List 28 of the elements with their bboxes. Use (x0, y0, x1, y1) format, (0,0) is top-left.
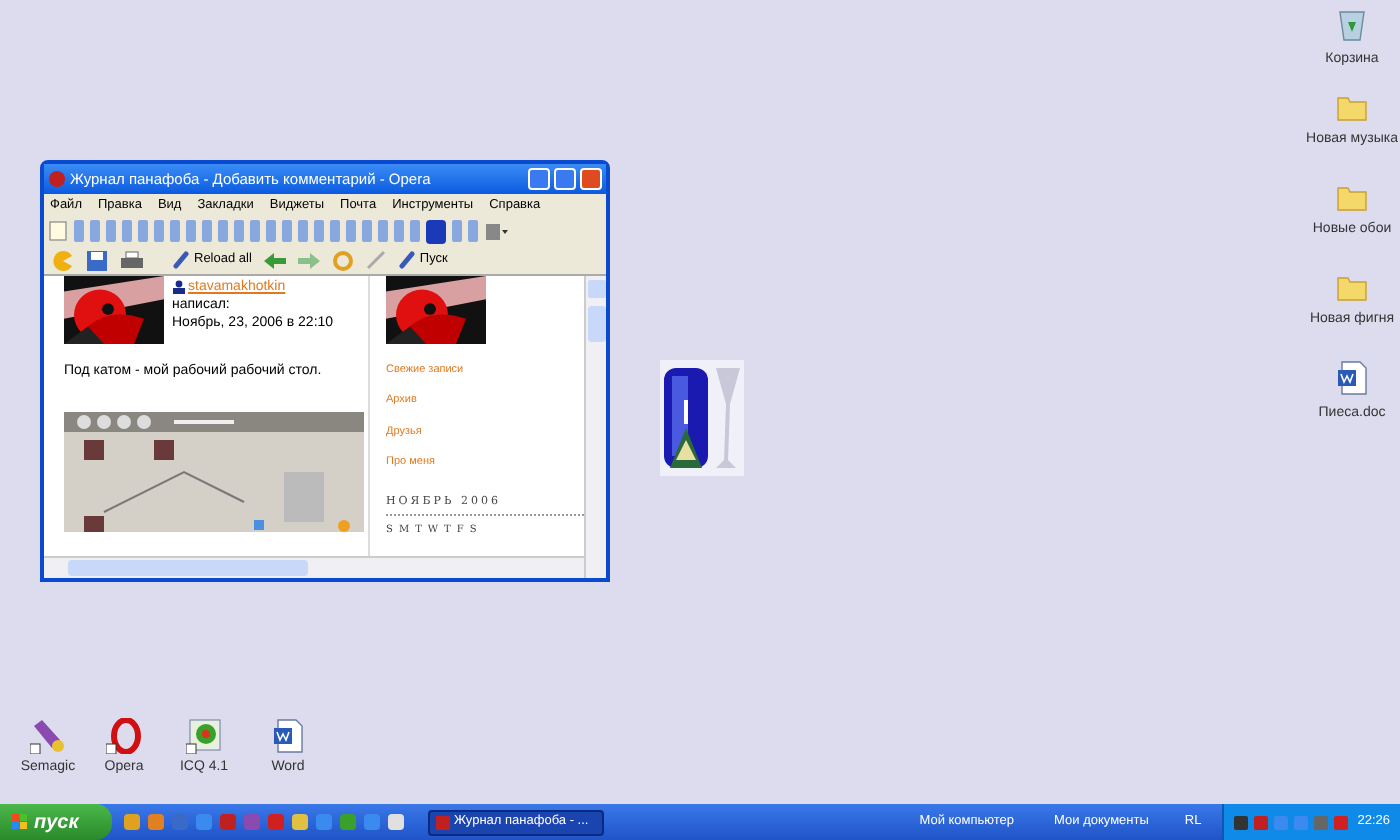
trash-icon[interactable] (484, 221, 508, 241)
opera-icon (48, 170, 66, 188)
folder-icon (1336, 274, 1368, 302)
pen-icon[interactable] (365, 250, 386, 270)
horizontal-scrollbar[interactable] (44, 556, 584, 578)
windows-logo-icon (12, 814, 28, 830)
pen-icon (30, 718, 66, 754)
new-page-icon[interactable] (48, 220, 68, 242)
minimize-button[interactable] (528, 168, 550, 190)
opera-icon (106, 718, 142, 754)
print-icon[interactable] (120, 249, 144, 271)
close-button[interactable] (580, 168, 602, 190)
user-icon (172, 280, 186, 294)
flower-icon (186, 718, 222, 754)
forward-arrow-icon[interactable] (297, 251, 320, 269)
folder-icon (1336, 94, 1368, 122)
recycle-bin-icon (1336, 6, 1368, 42)
opera-icon (436, 815, 450, 829)
pacman-icon[interactable] (52, 249, 74, 271)
tab[interactable] (426, 219, 446, 243)
vertical-scrollbar[interactable] (584, 276, 606, 578)
document-icon (1336, 360, 1368, 396)
save-icon[interactable] (86, 249, 108, 271)
back-arrow-icon[interactable] (263, 251, 286, 269)
document-icon (272, 718, 304, 754)
folder-icon (1336, 184, 1368, 212)
maximize-button[interactable] (554, 168, 576, 190)
reload-icon[interactable] (331, 249, 354, 271)
